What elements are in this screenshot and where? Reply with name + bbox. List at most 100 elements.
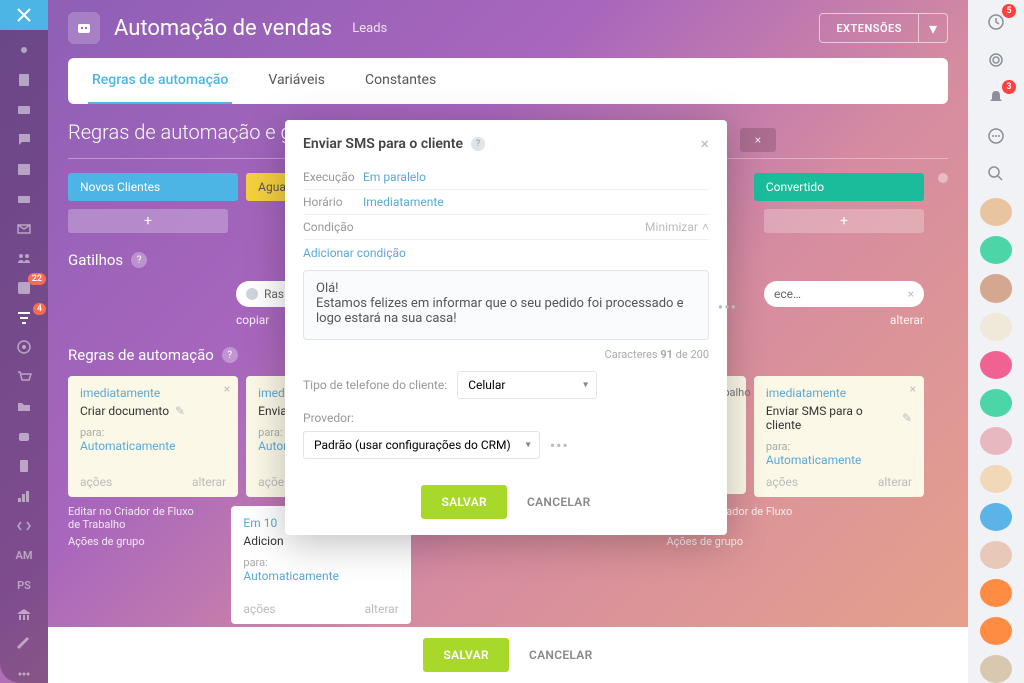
robot-icon[interactable] <box>12 428 36 446</box>
cond-label: Condição <box>303 220 363 234</box>
alter-link[interactable]: alterar <box>192 475 226 489</box>
panel-close-pill[interactable]: × <box>740 128 776 152</box>
more-options-icon[interactable]: ••• <box>718 298 737 317</box>
card-icon[interactable] <box>12 101 36 119</box>
search-icon[interactable] <box>980 160 1012 188</box>
target-icon[interactable] <box>12 339 36 357</box>
chat-icon[interactable] <box>12 131 36 149</box>
stage-novos-clientes[interactable]: Novos Clientes <box>68 173 238 201</box>
avatar-2[interactable] <box>980 274 1012 302</box>
close-icon[interactable]: × <box>910 382 916 396</box>
add-button-5[interactable]: + <box>764 209 924 233</box>
tab-constants[interactable]: Constantes <box>361 58 440 104</box>
tab-variables[interactable]: Variáveis <box>264 58 329 104</box>
avatar-4[interactable] <box>980 427 1012 455</box>
modal-cancel-button[interactable]: CANCELAR <box>527 495 591 509</box>
sms-rule-modal: Enviar SMS para o cliente ? × Execução E… <box>285 120 727 535</box>
avatar-user-1[interactable] <box>980 579 1012 607</box>
trigger-pill-ece[interactable]: ece…× <box>764 281 924 307</box>
cart-icon[interactable] <box>12 368 36 386</box>
char-counter: Caracteres 91 de 200 <box>303 348 709 361</box>
exec-value[interactable]: Em paralelo <box>363 170 426 184</box>
help-icon-2[interactable]: ? <box>222 347 238 363</box>
close-icon[interactable]: × <box>224 382 230 396</box>
avatar-1[interactable] <box>980 198 1012 226</box>
top-bar: Automação de vendas Leads EXTENSÕES ▾ <box>68 12 948 44</box>
app-logo-icon <box>68 12 100 44</box>
avatar-5[interactable] <box>980 465 1012 493</box>
calendar-icon[interactable] <box>12 160 36 178</box>
rail-badge-5: 5 <box>1002 4 1016 18</box>
avatar-badge[interactable] <box>980 351 1012 379</box>
check-square-icon[interactable]: 22 <box>12 279 36 297</box>
avatar-6[interactable] <box>980 541 1012 569</box>
provider-select[interactable]: Padrão (usar configurações do CRM) <box>303 431 540 459</box>
folder-icon[interactable] <box>12 398 36 416</box>
bank-icon[interactable] <box>12 606 36 624</box>
alter-link[interactable]: alterar <box>890 313 924 327</box>
copy-link[interactable]: copiar <box>236 313 269 327</box>
modal-close-icon[interactable]: × <box>700 134 709 153</box>
phone-type-select[interactable]: Celular <box>457 371 597 399</box>
stage-convertido[interactable]: Convertido <box>754 173 924 201</box>
activity-icon[interactable] <box>12 42 36 60</box>
am-text-icon[interactable]: AM <box>12 546 36 564</box>
bars-icon[interactable] <box>12 487 36 505</box>
spiral-icon[interactable] <box>980 46 1012 74</box>
avatar-lock-2[interactable] <box>980 389 1012 417</box>
rule-action: Criar documento✎ <box>80 404 226 418</box>
more-icon[interactable] <box>12 665 36 683</box>
close-panel-button[interactable] <box>0 0 48 30</box>
rule-responsible[interactable]: Automaticamente <box>80 439 226 453</box>
actions-link[interactable]: ações <box>80 475 112 489</box>
minimize-toggle[interactable]: Minimizar ˄ <box>645 220 709 234</box>
page-cancel-button[interactable]: CANCELAR <box>529 648 593 662</box>
badge-4: 4 <box>33 303 46 315</box>
sms-message-input[interactable] <box>303 270 709 340</box>
extensions-dropdown-toggle[interactable]: ▾ <box>918 14 947 42</box>
provider-label: Provedor: <box>303 411 709 425</box>
avatar-lock-1[interactable] <box>980 236 1012 264</box>
chat-bubble-icon[interactable] <box>980 122 1012 150</box>
mail-icon[interactable] <box>12 220 36 238</box>
add-button-1[interactable]: + <box>68 209 228 233</box>
rule-card-send-sms[interactable]: × imediatamente Enviar SMS para o client… <box>754 376 924 497</box>
page-save-button[interactable]: SALVAR <box>423 638 509 672</box>
clock-icon[interactable]: 5 <box>980 8 1012 36</box>
badge-22: 22 <box>28 273 46 285</box>
rail-badge-3: 3 <box>1002 80 1016 94</box>
extensions-button[interactable]: EXTENSÕES <box>820 22 918 35</box>
right-rail: 5 3 <box>968 0 1024 683</box>
avatar-group[interactable] <box>980 503 1012 531</box>
rule-card-create-doc[interactable]: × imediatamente Criar documento✎ para: A… <box>68 376 238 497</box>
tab-automation-rules[interactable]: Regras de automação <box>88 58 232 104</box>
rule-timing[interactable]: imediatamente <box>766 386 912 400</box>
modal-header: Enviar SMS para o cliente ? × <box>285 120 727 165</box>
people-icon[interactable] <box>12 249 36 267</box>
provider-more-icon[interactable]: ••• <box>550 436 569 455</box>
brush-icon[interactable] <box>12 636 36 654</box>
phone-type-label: Tipo de telefone do cliente: <box>303 378 447 392</box>
bottom-action-bar: SALVAR CANCELAR <box>48 627 968 683</box>
stage-overflow-dot[interactable] <box>938 173 948 183</box>
edit-icon[interactable]: ✎ <box>902 411 912 425</box>
filter-icon[interactable]: 4 <box>12 309 36 327</box>
clipboard-icon[interactable] <box>12 457 36 475</box>
document-icon[interactable] <box>12 71 36 89</box>
avatar-7[interactable] <box>980 655 1012 683</box>
trigger-dot-icon <box>246 288 258 300</box>
remove-trigger-icon[interactable]: × <box>908 287 914 301</box>
avatar-user-2[interactable] <box>980 617 1012 645</box>
help-icon[interactable]: ? <box>131 252 147 268</box>
edit-icon[interactable]: ✎ <box>175 404 185 418</box>
help-icon[interactable]: ? <box>471 137 485 151</box>
modal-save-button[interactable]: SALVAR <box>421 485 507 519</box>
add-condition-link[interactable]: Adicionar condição <box>303 240 406 270</box>
payment-icon[interactable] <box>12 190 36 208</box>
rule-timing[interactable]: imediatamente <box>80 386 226 400</box>
avatar-3[interactable] <box>980 313 1012 341</box>
time-value[interactable]: Imediatamente <box>363 195 444 209</box>
ps-text-icon[interactable]: PS <box>12 576 36 594</box>
bell-icon[interactable]: 3 <box>980 84 1012 112</box>
code-icon[interactable] <box>12 517 36 535</box>
